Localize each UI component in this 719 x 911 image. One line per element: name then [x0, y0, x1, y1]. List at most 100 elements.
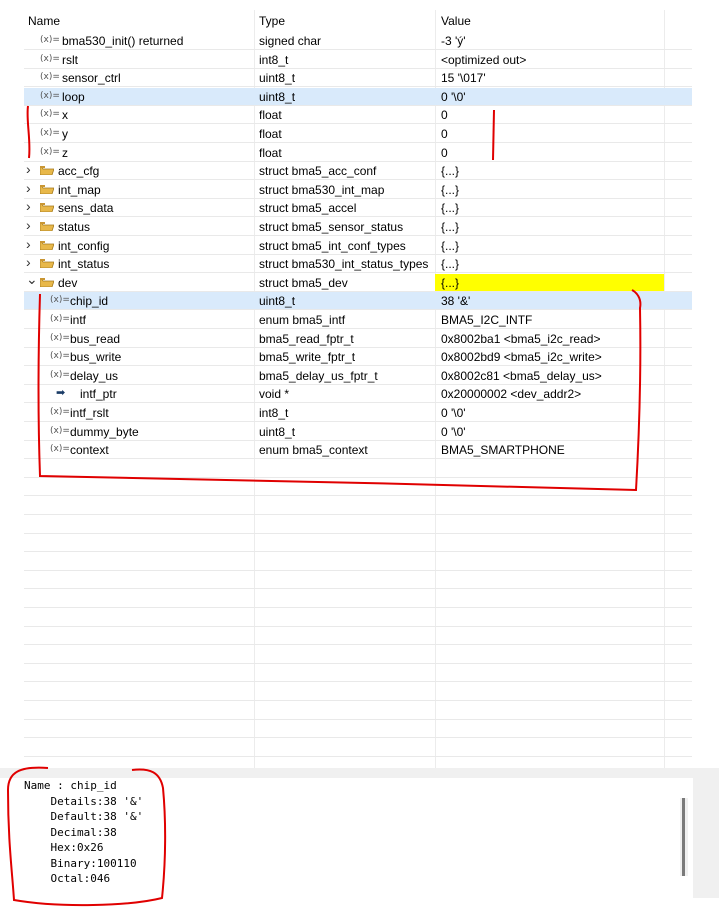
- variable-type: struct bma5_acc_conf: [259, 164, 377, 179]
- variable-value[interactable]: 0x8002bd9 <bma5_i2c_write>: [441, 350, 602, 364]
- empty-row: [24, 590, 692, 608]
- variable-value[interactable]: 0: [441, 127, 448, 141]
- table-row[interactable]: (x)= sensor_ctrl uint8_t 15 '\017': [24, 69, 692, 88]
- variable-value[interactable]: 0x8002ba1 <bma5_i2c_read>: [441, 332, 600, 346]
- empty-row: [24, 627, 692, 646]
- details-pane[interactable]: Name : chip_id Details:38 '&' Default:38…: [24, 778, 693, 888]
- details-scroll-area: [693, 778, 719, 898]
- variable-value[interactable]: 38 '&': [441, 294, 470, 308]
- variable-value[interactable]: 0: [441, 108, 448, 122]
- table-row[interactable]: › int_map struct bma530_int_map {...}: [24, 180, 692, 199]
- table-header: Name Type Value: [24, 10, 692, 32]
- variable-value[interactable]: <optimized out>: [441, 53, 526, 67]
- variable-icon: (x)=: [40, 72, 60, 83]
- folder-icon: [40, 203, 54, 213]
- table-row[interactable]: (x)= intf enum bma5_intf BMA5_I2C_INTF: [24, 311, 692, 329]
- chevron-right-icon[interactable]: ›: [26, 254, 36, 270]
- variable-type: struct bma530_int_status_types: [259, 257, 429, 272]
- chevron-right-icon[interactable]: ›: [26, 217, 36, 233]
- table-row[interactable]: (x)= delay_us bma5_delay_us_fptr_t 0x8002c8…: [24, 367, 692, 385]
- variable-value[interactable]: 0 '\0': [441, 425, 466, 439]
- column-header-type[interactable]: Type: [259, 14, 285, 28]
- table-row[interactable]: (x)= y float 0: [24, 125, 692, 143]
- variable-type: struct bma5_sensor_status: [259, 220, 404, 234]
- folder-icon: [40, 222, 54, 231]
- variable-name: sens_data: [58, 201, 114, 216]
- empty-row: [24, 739, 692, 757]
- variable-value[interactable]: 0 '\0': [441, 90, 466, 104]
- variable-type: struct bma5_accel: [259, 201, 357, 216]
- variable-value[interactable]: 0x8002c81 <bma5_delay_us>: [441, 369, 602, 383]
- variable-value[interactable]: {...}: [441, 239, 459, 253]
- pointer-arrow-icon: ➡: [56, 387, 66, 400]
- table-row[interactable]: (x)= bus_write bma5_write_fptr_t 0x8002bd9 …: [24, 348, 692, 367]
- table-row[interactable]: (x)= chip_id uint8_t 38 '&': [24, 292, 692, 311]
- empty-row: [24, 478, 692, 497]
- variable-value[interactable]: 0 '\0': [441, 406, 466, 420]
- empty-row: [24, 571, 692, 590]
- table-row[interactable]: (x)= rslt int8_t <optimized out>: [24, 51, 692, 69]
- variable-type: struct bma5_dev: [259, 275, 348, 290]
- variable-value[interactable]: {...}: [441, 220, 459, 234]
- variable-type: uint8_t: [259, 71, 296, 86]
- variable-type: float: [259, 145, 282, 160]
- panel-divider[interactable]: [0, 768, 719, 778]
- variable-value[interactable]: BMA5_I2C_INTF: [441, 313, 532, 327]
- table-row[interactable]: (x)= loop uint8_t 0 '\0': [24, 87, 692, 106]
- table-row[interactable]: (x)= bma530_init() returned signed char -3 …: [24, 32, 692, 50]
- empty-row: [24, 460, 692, 478]
- variable-type: struct bma5_int_conf_types: [259, 238, 406, 253]
- table-row[interactable]: (x)= z float 0: [24, 144, 692, 162]
- variable-value[interactable]: 0: [441, 146, 448, 160]
- variable-name: intf_rslt: [70, 406, 109, 420]
- folder-icon: [40, 166, 54, 176]
- table-row[interactable]: ➡ intf_ptr void * 0x20000002 <dev_addr2>: [24, 385, 692, 404]
- table-row[interactable]: (x)= x float 0: [24, 106, 692, 125]
- empty-row: [24, 553, 692, 571]
- variable-value[interactable]: 15 '\017': [441, 71, 486, 85]
- variable-type: bma5_read_fptr_t: [259, 331, 354, 346]
- empty-row: [24, 702, 692, 720]
- variable-value[interactable]: -3 'ý': [441, 34, 466, 48]
- variables-table: Name Type Value (x)= bma530_init() return…: [24, 10, 692, 768]
- chevron-right-icon[interactable]: ›: [26, 180, 36, 196]
- table-row[interactable]: › status struct bma5_sensor_status {...}: [24, 217, 692, 236]
- variable-value[interactable]: BMA5_SMARTPHONE: [441, 443, 565, 457]
- variable-type: uint8_t: [259, 89, 296, 104]
- empty-row: [24, 497, 692, 515]
- table-row[interactable]: › acc_cfg struct bma5_acc_conf {...}: [24, 161, 692, 181]
- variable-icon: (x)=: [40, 146, 60, 157]
- variable-name: loop: [62, 89, 85, 104]
- folder-open-icon: [40, 277, 54, 287]
- variable-icon: (x)=: [40, 90, 60, 101]
- column-header-name[interactable]: Name: [28, 14, 60, 28]
- empty-row: [24, 664, 692, 683]
- chevron-down-icon[interactable]: ⌄: [26, 271, 38, 287]
- table-row[interactable]: (x)= context enum bma5_context BMA5_SMARTPH…: [24, 441, 692, 460]
- table-row[interactable]: (x)= bus_read bma5_read_fptr_t 0x8002ba1 <b…: [24, 330, 692, 348]
- variable-value[interactable]: {...}: [441, 201, 459, 215]
- table-row[interactable]: (x)= intf_rslt int8_t 0 '\0': [24, 404, 692, 422]
- table-row[interactable]: › int_status struct bma530_int_status_type…: [24, 254, 692, 274]
- table-row[interactable]: › sens_data struct bma5_accel {...}: [24, 198, 692, 218]
- variable-type: uint8_t: [259, 294, 296, 309]
- chevron-right-icon[interactable]: ›: [26, 161, 36, 177]
- variable-type: enum bma5_context: [259, 443, 368, 458]
- table-row[interactable]: (x)= dummy_byte uint8_t 0 '\0': [24, 423, 692, 441]
- details-scrollbar[interactable]: [680, 798, 688, 876]
- variable-name: sensor_ctrl: [62, 71, 121, 86]
- scrollbar-thumb[interactable]: [682, 798, 685, 876]
- chevron-right-icon[interactable]: ›: [26, 198, 36, 214]
- variable-value[interactable]: {...}: [441, 257, 459, 271]
- variable-value[interactable]: {...}: [441, 276, 459, 290]
- variable-name: int_status: [58, 257, 110, 272]
- variable-value[interactable]: 0x20000002 <dev_addr2>: [441, 387, 581, 401]
- table-row[interactable]: ⌄ dev struct bma5_dev {...}: [24, 271, 692, 292]
- chevron-right-icon[interactable]: ›: [26, 236, 36, 252]
- variable-value[interactable]: {...}: [441, 183, 459, 197]
- variable-type: float: [259, 127, 282, 141]
- variable-value[interactable]: {...}: [441, 164, 459, 178]
- variable-icon: (x)=: [40, 35, 60, 45]
- column-header-value[interactable]: Value: [441, 14, 471, 28]
- table-row[interactable]: › int_config struct bma5_int_conf_types {..…: [24, 236, 692, 255]
